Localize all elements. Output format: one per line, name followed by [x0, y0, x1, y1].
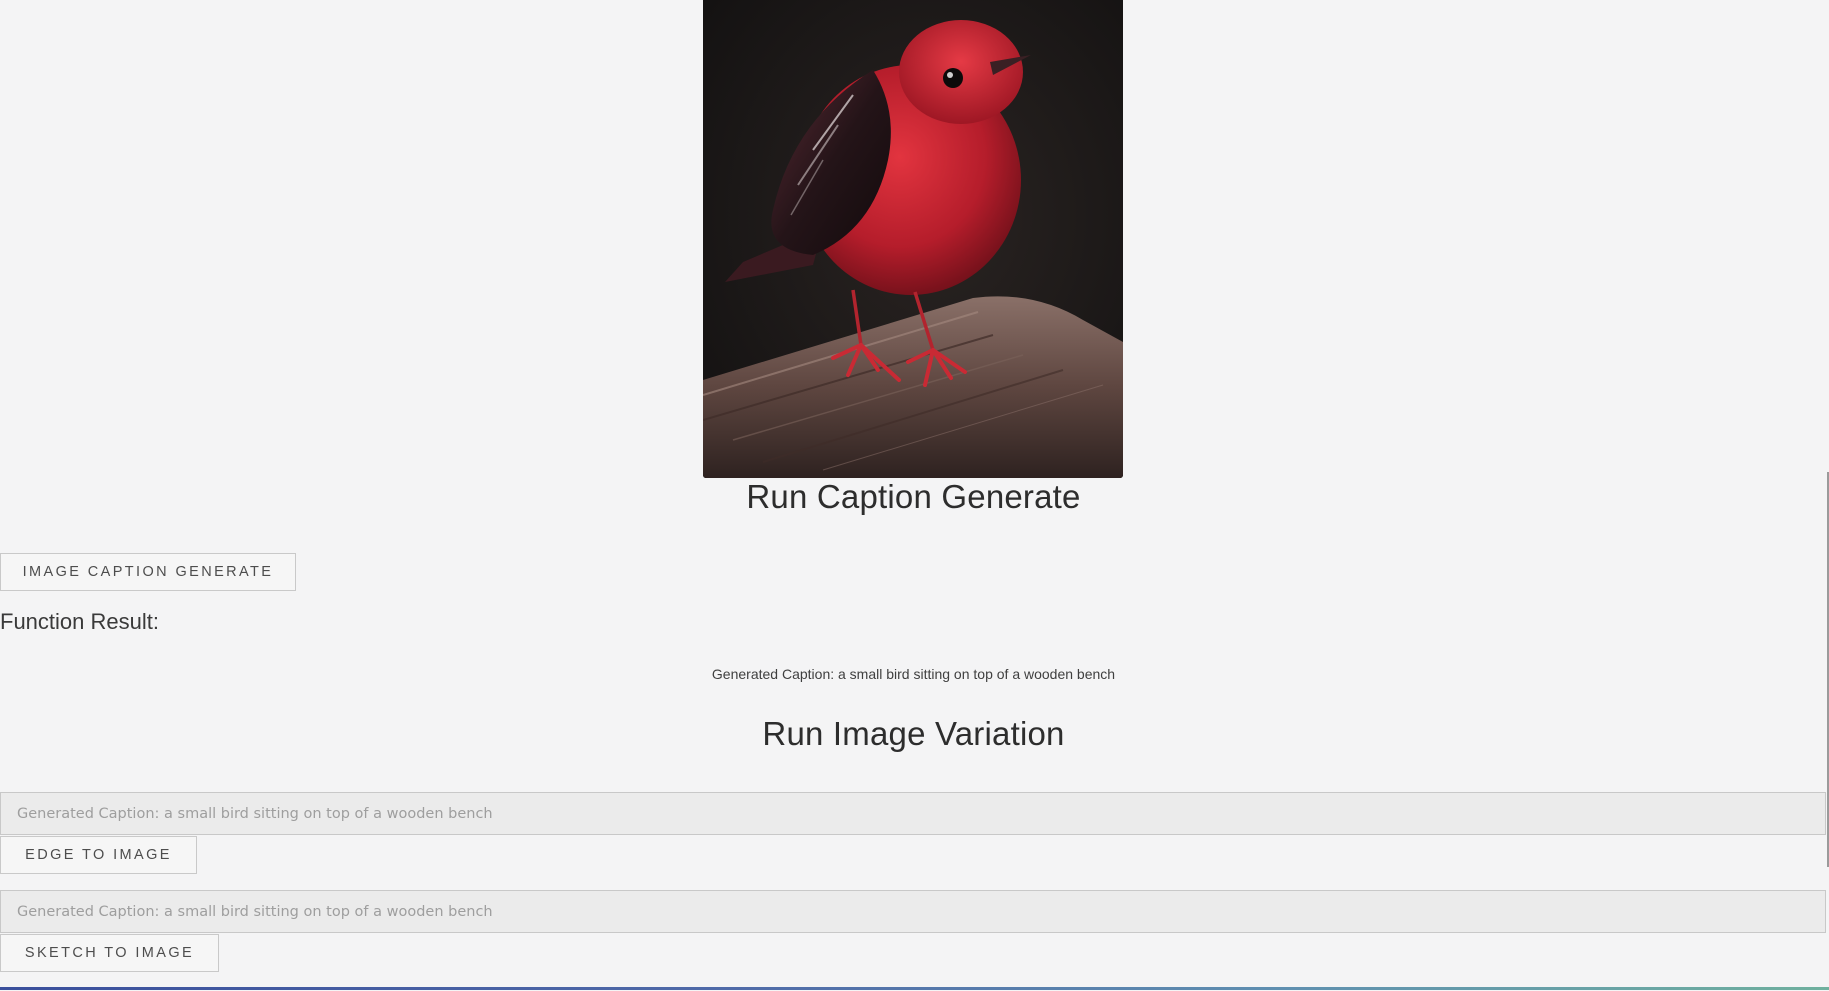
sketch-to-image-button[interactable]: SKETCH TO IMAGE — [0, 934, 219, 972]
image-caption-generate-button[interactable]: IMAGE CAPTION GENERATE — [0, 553, 296, 591]
bird-photo-icon — [703, 0, 1123, 478]
bottom-divider — [0, 987, 1829, 990]
function-result-label: Function Result: — [0, 609, 159, 634]
edge-to-image-button[interactable]: EDGE TO IMAGE — [0, 836, 197, 874]
generated-caption-text: Generated Caption: a small bird sitting … — [711, 666, 1116, 682]
bird-image — [703, 0, 1123, 478]
caption-section-title: Run Caption Generate — [746, 478, 1081, 515]
variation-section-title: Run Image Variation — [762, 715, 1065, 752]
page: Run Caption Generate IMAGE CAPTION GENER… — [0, 0, 1829, 991]
edge-prompt-input[interactable] — [0, 792, 1826, 835]
sketch-prompt-input[interactable] — [0, 890, 1826, 933]
